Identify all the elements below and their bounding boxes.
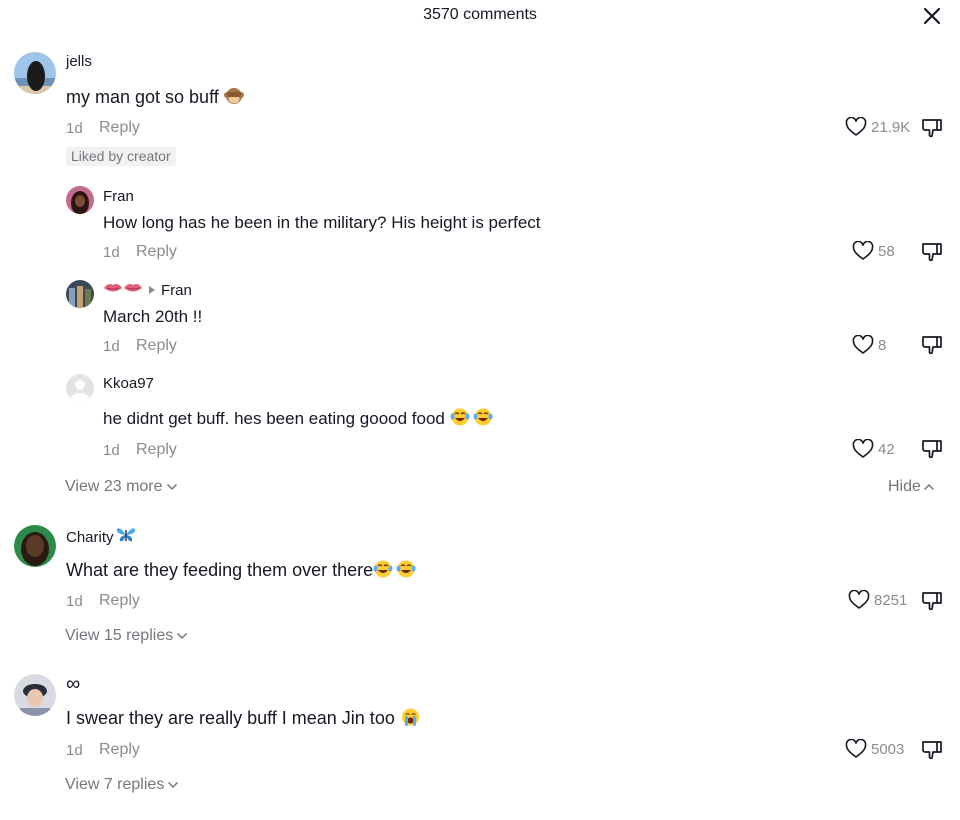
loudly-crying-emoji	[400, 707, 421, 732]
comment-time: 1d	[66, 593, 83, 610]
heart-outline-icon	[852, 241, 874, 260]
reply-arrow-icon	[148, 282, 156, 299]
liked-by-creator-badge: Liked by creator	[66, 147, 176, 166]
tears-of-joy-emoji	[450, 407, 494, 432]
dislike-button[interactable]	[920, 738, 944, 762]
comment-time: 1d	[66, 120, 83, 137]
dislike-button[interactable]	[920, 333, 944, 357]
avatar[interactable]	[14, 525, 56, 567]
reply-username[interactable]: Fran	[103, 188, 134, 205]
reply-header: Fran	[103, 281, 192, 299]
reply-time: 1d	[103, 442, 120, 459]
comment-username: Charity	[66, 528, 114, 546]
butterfly-emoji	[116, 526, 136, 548]
reply-text: March 20th !!	[103, 307, 203, 326]
comment-username[interactable]: jells	[66, 53, 92, 70]
hide-label: Hide	[888, 478, 921, 495]
avatar[interactable]	[66, 280, 94, 308]
lips-emoji	[103, 281, 143, 299]
chevron-up-icon	[923, 483, 934, 491]
reply-button[interactable]: Reply	[136, 243, 177, 261]
chevron-down-icon	[168, 781, 179, 789]
reply-button[interactable]: Reply	[99, 119, 140, 137]
reply-time: 1d	[103, 338, 120, 355]
reply-button[interactable]: Reply	[136, 441, 177, 459]
comment-text-content: my man got so buff	[66, 87, 219, 107]
reply-to-username[interactable]: Fran	[161, 282, 192, 299]
comment-username-wrap[interactable]: Charity	[66, 526, 136, 548]
view-replies-button[interactable]: View 7 replies	[65, 776, 179, 794]
reply-username[interactable]: Kkoa97	[103, 375, 154, 392]
thumbs-down-icon	[922, 592, 942, 611]
dislike-button[interactable]	[920, 589, 944, 613]
thumbs-down-icon	[922, 440, 942, 459]
like-count: 8251	[874, 591, 908, 609]
avatar[interactable]	[14, 674, 56, 716]
comment-username[interactable]: ∞	[66, 673, 80, 696]
comment-text: What are they feeding them over there	[66, 559, 417, 584]
like-button[interactable]: 58	[852, 241, 895, 261]
like-count: 21.9K	[871, 118, 911, 136]
thumbs-down-icon	[922, 741, 942, 760]
thumbs-down-icon	[922, 336, 942, 355]
reply-time: 1d	[103, 244, 120, 261]
reply-button[interactable]: Reply	[99, 592, 140, 610]
hide-replies-button[interactable]: Hide	[888, 478, 935, 496]
heart-outline-icon	[852, 439, 874, 458]
comments-count-title: 3570 comments	[423, 6, 537, 23]
heart-outline-icon	[848, 590, 870, 609]
view-replies-label: View 15 replies	[65, 627, 174, 644]
see-no-evil-monkey-emoji	[223, 86, 244, 111]
comment-text-content: I swear they are really buff I mean Jin …	[66, 708, 395, 728]
like-button[interactable]: 8251	[848, 590, 907, 610]
thumbs-down-icon	[922, 243, 942, 262]
comment-text-content: What are they feeding them over there	[66, 560, 374, 580]
avatar[interactable]	[14, 52, 56, 94]
like-button[interactable]: 5003	[845, 739, 904, 759]
comment-text: I swear they are really buff I mean Jin …	[66, 707, 421, 732]
reply-button[interactable]: Reply	[136, 337, 177, 355]
default-avatar[interactable]	[66, 374, 94, 402]
view-more-label: View 23 more	[65, 478, 163, 495]
dislike-button[interactable]	[920, 240, 944, 264]
tears-of-joy-emoji	[373, 559, 417, 584]
like-button[interactable]: 42	[852, 439, 895, 459]
like-count: 58	[878, 242, 895, 260]
dislike-button[interactable]	[920, 116, 944, 140]
heart-outline-icon	[852, 335, 874, 354]
close-icon	[923, 7, 941, 25]
view-replies-button[interactable]: View 15 replies	[65, 627, 188, 645]
like-count: 8	[878, 336, 887, 354]
avatar[interactable]	[66, 186, 94, 214]
like-count: 5003	[871, 740, 905, 758]
chevron-down-icon	[166, 483, 177, 491]
heart-outline-icon	[845, 117, 867, 136]
like-button[interactable]: 21.9K	[845, 117, 910, 137]
dislike-button[interactable]	[920, 437, 944, 461]
reply-text: he didnt get buff. hes been eating goood…	[103, 407, 494, 432]
reply-button[interactable]: Reply	[99, 741, 140, 759]
like-button[interactable]: 8	[852, 335, 886, 355]
view-more-replies-button[interactable]: View 23 more	[65, 478, 178, 496]
chevron-down-icon	[177, 632, 188, 640]
reply-text-content: he didnt get buff. hes been eating goood…	[103, 409, 445, 428]
thumbs-down-icon	[922, 119, 942, 138]
comment-text: my man got so buff	[66, 86, 244, 111]
like-count: 42	[878, 440, 895, 458]
close-button[interactable]	[918, 4, 946, 28]
heart-outline-icon	[845, 739, 867, 758]
reply-text: How long has he been in the military? Hi…	[103, 213, 541, 232]
view-replies-label: View 7 replies	[65, 776, 165, 793]
comment-time: 1d	[66, 742, 83, 759]
